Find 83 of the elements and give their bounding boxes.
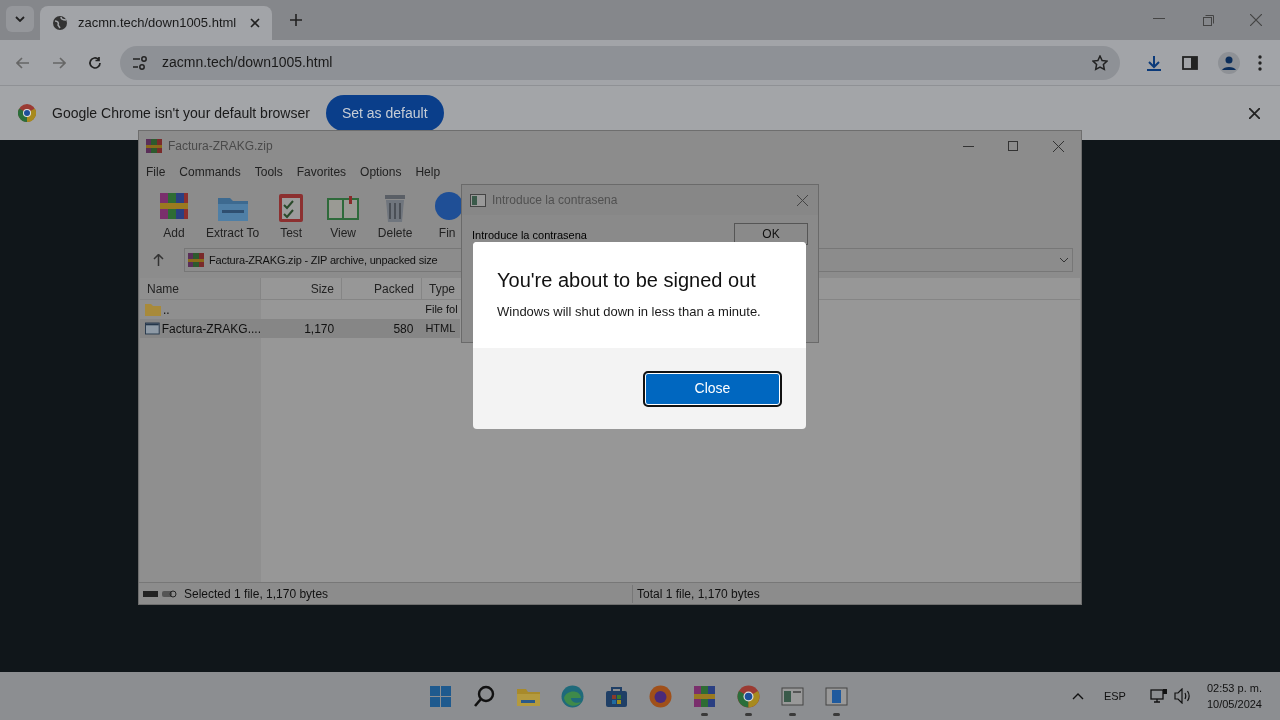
tab-list-button[interactable]	[6, 6, 34, 32]
close-button[interactable]: Close	[643, 370, 782, 407]
star-icon[interactable]	[1092, 54, 1108, 71]
running-indicator	[833, 713, 840, 716]
folder-icon	[145, 303, 161, 316]
maximize-icon[interactable]	[1008, 141, 1018, 151]
archive-icon	[146, 138, 162, 154]
chevron-up-icon[interactable]	[1071, 692, 1084, 700]
chevron-down-icon	[15, 16, 25, 22]
chevron-down-icon[interactable]	[1059, 257, 1069, 263]
file-window-icon	[145, 322, 160, 335]
menu-item[interactable]: Tools	[254, 162, 283, 181]
column-header[interactable]: Name	[140, 278, 261, 299]
window-title: Factura-ZRAKG.zip	[168, 138, 273, 155]
dialog-message: Windows will shut down in less than a minute.	[497, 303, 762, 321]
running-indicator	[789, 713, 796, 716]
profile-icon[interactable]	[1218, 51, 1240, 74]
file-size: 1,170	[304, 321, 335, 336]
status-text: Total 1 file, 1,170 bytes	[632, 584, 760, 603]
file-name: Factura-ZRAKG....	[161, 320, 261, 338]
toolbar-button[interactable]: Test	[268, 190, 315, 242]
toolbar-button[interactable]: View	[320, 190, 367, 242]
file-type: File fol	[425, 303, 458, 316]
menu-item[interactable]: Help	[415, 162, 441, 181]
file-type: HTML	[425, 322, 456, 335]
menu-item[interactable]: Favorites	[296, 162, 347, 181]
address-bar[interactable]: zacmn.tech/down1005.html	[120, 45, 1120, 80]
default-browser-message: Google Chrome isn't your default browser	[52, 103, 310, 123]
window-icon	[470, 193, 486, 207]
menu-item[interactable]: Options	[360, 162, 402, 181]
close-icon[interactable]	[250, 18, 260, 28]
running-indicator	[701, 713, 708, 716]
volume-icon[interactable]	[1173, 688, 1191, 704]
running-indicator	[745, 713, 752, 716]
chrome-logo-icon	[18, 104, 36, 122]
ok-button[interactable]: OK	[734, 223, 808, 245]
windows-logo-icon	[428, 683, 453, 709]
up-arrow-icon[interactable]	[153, 254, 164, 266]
globe-icon	[52, 15, 68, 31]
forward-icon[interactable]	[52, 56, 66, 69]
download-icon[interactable]	[1146, 54, 1162, 71]
drive-icon	[143, 588, 177, 599]
url-text: zacmn.tech/down1005.html	[162, 53, 334, 72]
minimize-icon[interactable]	[1153, 18, 1165, 20]
site-settings-icon[interactable]	[132, 55, 148, 70]
file-row[interactable]: .. File fol	[140, 300, 460, 319]
set-as-default-button[interactable]: Set as default	[325, 95, 444, 131]
clock-date: 10/05/2024	[1206, 697, 1262, 712]
menu-item[interactable]: Commands	[179, 162, 241, 181]
network-icon[interactable]	[1149, 688, 1168, 704]
reload-icon[interactable]	[88, 55, 102, 70]
dialog-title: You're about to be signed out	[497, 268, 757, 293]
chrome-logo-icon	[736, 683, 761, 709]
tab-title: zacmn.tech/down1005.html	[78, 14, 238, 33]
file-name: ..	[163, 301, 170, 319]
status-text: Selected 1 file, 1,170 bytes	[184, 585, 330, 603]
column-header[interactable]: Size	[261, 278, 342, 299]
toolbar-button[interactable]: Delete	[372, 190, 419, 242]
close-icon[interactable]	[1053, 140, 1064, 152]
books-icon	[692, 683, 717, 709]
packed-size: 580	[393, 321, 414, 336]
new-tab-icon[interactable]	[290, 14, 302, 26]
browser-tab[interactable]: zacmn.tech/down1005.html	[40, 6, 272, 40]
clock[interactable]: 02:53 p. m. 10/05/2024	[1206, 680, 1262, 712]
browser-wave-icon	[560, 683, 585, 709]
side-panel-icon[interactable]	[1182, 55, 1198, 70]
toolbar-button[interactable]: Fin	[424, 190, 471, 242]
column-header[interactable]: Packed	[342, 278, 422, 299]
close-icon[interactable]	[1249, 107, 1260, 119]
minimize-icon[interactable]	[963, 145, 974, 147]
menu-icon[interactable]	[1258, 54, 1262, 71]
search-icon	[472, 683, 497, 709]
close-icon[interactable]	[797, 194, 808, 206]
file-row[interactable]: Factura-ZRAKG.... 1,170 580 HTML	[140, 319, 460, 338]
menu-item[interactable]: File	[146, 162, 166, 181]
toolbar-button[interactable]: Extract To	[203, 190, 263, 242]
restore-icon[interactable]	[1203, 15, 1214, 26]
back-icon[interactable]	[16, 56, 30, 69]
password-label: Introduce la contrasena	[472, 228, 588, 243]
archive-icon	[188, 252, 204, 268]
toolbar-button[interactable]: Add	[151, 190, 197, 242]
clock-time: 02:53 p. m.	[1206, 681, 1262, 696]
language-indicator[interactable]: ESP	[1103, 687, 1126, 705]
